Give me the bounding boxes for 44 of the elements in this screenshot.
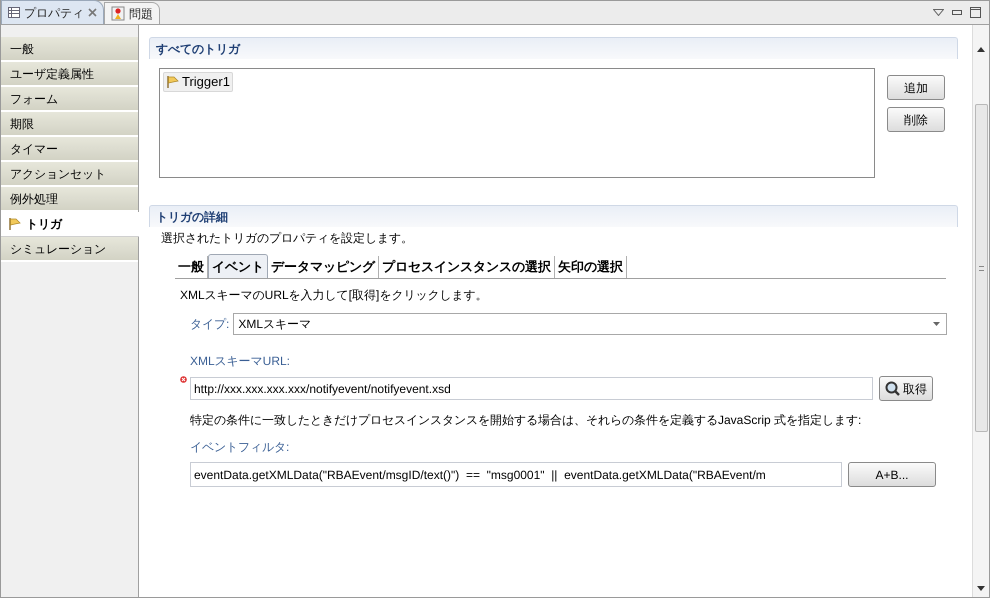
caret-icon [933,322,940,326]
section-header: すべてのトリガ [149,37,958,59]
section-header: トリガの詳細 [149,205,958,227]
sidebar-item[interactable]: シミュレーション [1,237,138,262]
expression-button[interactable]: A+B... [848,462,936,487]
sidebar-item[interactable]: 期限 [1,112,138,137]
detail-tab[interactable]: プロセスインスタンスの選択 [379,256,555,278]
sidebar-item[interactable]: ユーザ定義属性 [1,62,138,87]
view-tab[interactable]: プロパティ [1,0,104,24]
maximize-icon[interactable] [970,7,981,18]
sidebar-item[interactable]: アクションセット [1,162,138,187]
trigger-item[interactable]: Trigger1 [163,72,233,92]
filter-hint: 特定の条件に一致したときだけプロセスインスタンスを開始する場合は、それらの条件を定義するJavaScrip 式を指定します: [189,412,862,429]
view-menu-icon[interactable] [933,9,944,16]
trigger-button[interactable]: 削除 [887,107,945,132]
trigger-button[interactable]: 追加 [887,75,945,100]
detail-tab[interactable]: 矢印の選択 [555,256,627,278]
close-icon[interactable] [88,8,97,17]
scroll-down-icon[interactable] [977,586,985,591]
sidebar-item[interactable]: 例外処理 [1,187,138,212]
view-tab[interactable]: 問題 [104,2,160,24]
problems-icon [111,6,125,21]
sidebar-item[interactable]: フォーム [1,87,138,112]
type-dropdown[interactable]: XMLスキーマ [233,313,948,335]
type-label: タイプ: [190,316,230,333]
instruction-text: XMLスキーマのURLを入力して[取得]をクリックします。 [180,287,488,304]
flag-icon [166,75,180,89]
detail-tab[interactable]: イベント [208,254,268,278]
sidebar-item[interactable]: トリガ [1,212,139,237]
filter-label: イベントフィルタ: [189,439,290,456]
table-icon [8,7,20,18]
sidebar-item[interactable]: 一般 [1,37,138,62]
flag-icon [8,217,22,231]
detail-tab[interactable]: データマッピング [268,256,379,278]
scrollbar[interactable] [972,25,989,597]
scroll-up-icon[interactable] [977,47,985,52]
fetch-button[interactable]: 取得 [879,376,933,401]
search-icon [885,381,900,396]
sidebar-item[interactable]: タイマー [1,137,138,162]
minimize-icon[interactable] [952,10,962,15]
section-description: 選択されたトリガのプロパティを設定します。 [160,230,414,247]
url-field[interactable]: http://xxx.xxx.xxx.xxx/notifyevent/notifyevent.xsd [190,377,873,400]
url-label: XMLスキーマURL: [189,353,292,370]
filter-field[interactable]: eventData.getXMLData("RBAEvent/msgID/text()") == "msg0001" || eventData.getXMLData("RBAEvent/m [190,462,842,487]
